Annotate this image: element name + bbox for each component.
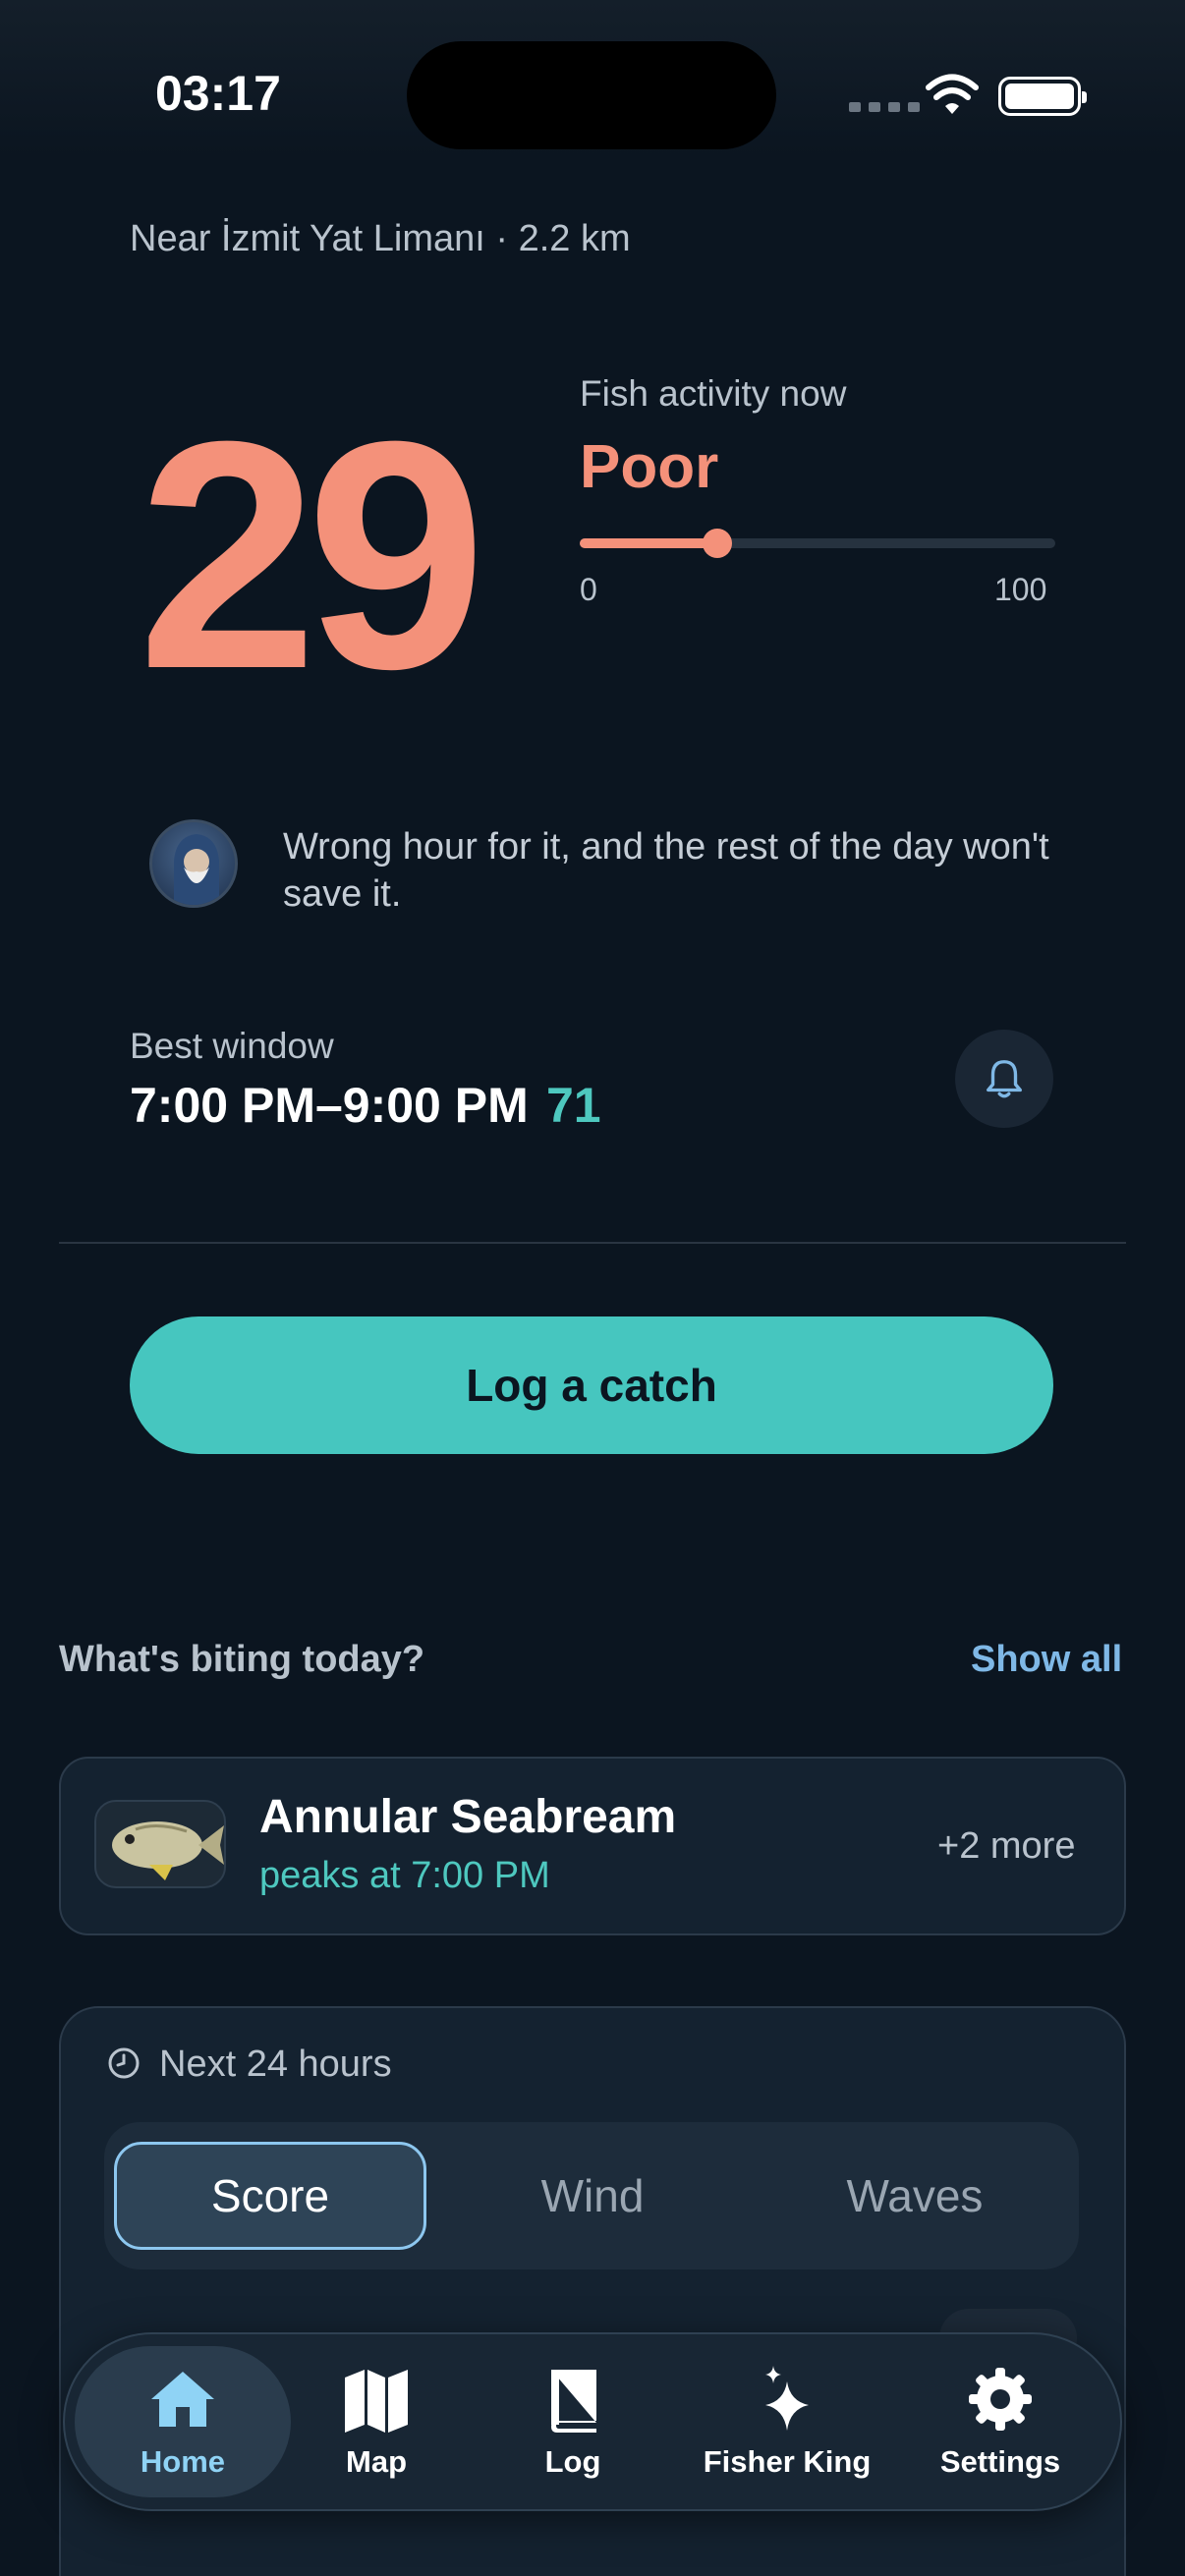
- fish-peak-time: peaks at 7:00 PM: [259, 1855, 550, 1896]
- tab-map[interactable]: Map: [293, 2346, 460, 2497]
- activity-label: Fish activity now: [580, 373, 847, 414]
- tab-waves[interactable]: Waves: [759, 2142, 1071, 2250]
- advice-quote: Wrong hour for it, and the rest of the d…: [283, 826, 1049, 915]
- fish-name: Annular Seabream: [259, 1791, 677, 1843]
- clock-icon: [108, 2047, 140, 2079]
- best-window-score: 71: [546, 1078, 601, 1133]
- home-icon: [151, 2372, 214, 2427]
- best-window-time: 7:00 PM–9:00 PM: [130, 1078, 529, 1133]
- tab-fisher-king-label: Fisher King: [703, 2444, 872, 2479]
- tab-log-label: Log: [544, 2444, 601, 2479]
- best-window-label: Best window: [130, 1026, 334, 1066]
- dynamic-island: [407, 41, 776, 149]
- fisher-king-avatar: [149, 819, 238, 908]
- biting-section-title: What's biting today?: [59, 1639, 425, 1680]
- notify-button[interactable]: [955, 1030, 1053, 1128]
- wifi-icon: [926, 74, 979, 114]
- tab-log[interactable]: Log: [489, 2346, 656, 2497]
- tab-home-label: Home: [140, 2444, 226, 2479]
- more-fish-count: +2 more: [937, 1825, 1076, 1867]
- book-icon: [551, 2370, 596, 2433]
- score-meter-fill: [580, 538, 717, 548]
- tab-score[interactable]: Score: [114, 2142, 426, 2250]
- gear-icon: [969, 2368, 1032, 2431]
- map-icon: [345, 2370, 408, 2433]
- show-all-link[interactable]: Show all: [971, 1639, 1122, 1681]
- score-range-min: 0: [580, 572, 597, 607]
- tab-settings[interactable]: Settings: [916, 2346, 1085, 2497]
- tab-fisher-king[interactable]: Fisher King: [682, 2346, 892, 2497]
- forecast-title: Next 24 hours: [159, 2044, 392, 2085]
- log-catch-button[interactable]: Log a catch: [130, 1316, 1053, 1454]
- sparkles-icon: [765, 2366, 809, 2431]
- battery-icon: [998, 77, 1087, 116]
- location-label[interactable]: Near İzmit Yat Limanı · 2.2 km: [130, 218, 631, 260]
- tab-wind[interactable]: Wind: [436, 2142, 749, 2250]
- divider: [59, 1242, 1126, 1244]
- tab-home[interactable]: Home: [75, 2346, 291, 2497]
- activity-status: Poor: [580, 433, 719, 501]
- bell-icon: [987, 1060, 1022, 1098]
- cellular-signal-icon: [849, 102, 920, 112]
- fish-image: [94, 1800, 226, 1888]
- tab-settings-label: Settings: [939, 2444, 1061, 2479]
- tab-map-label: Map: [346, 2444, 407, 2479]
- score-meter-thumb: [703, 529, 732, 558]
- activity-score: 29: [138, 373, 486, 736]
- status-time: 03:17: [155, 66, 281, 121]
- score-range-max: 100: [994, 572, 1047, 607]
